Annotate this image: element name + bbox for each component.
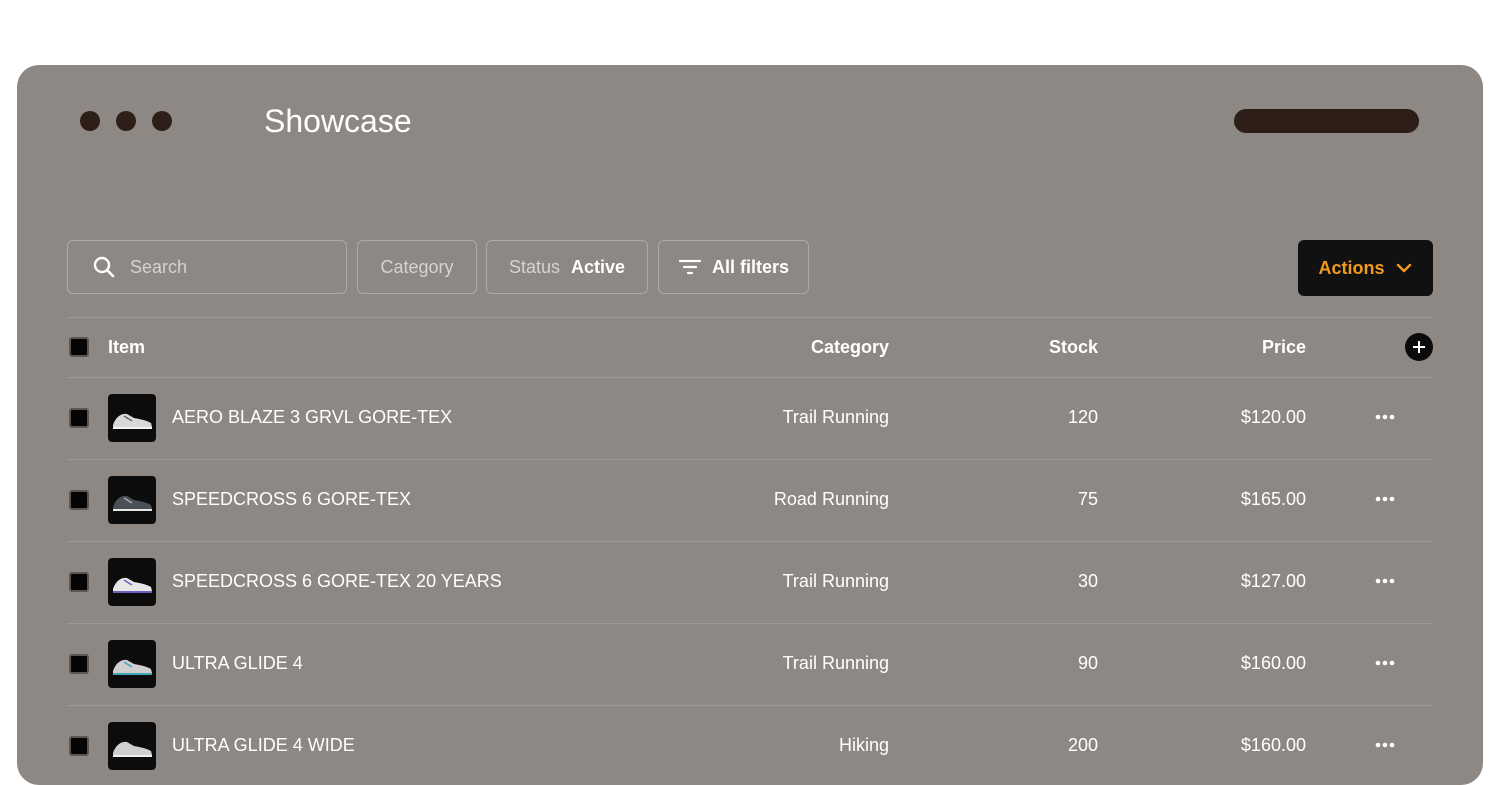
item-name[interactable]: AERO BLAZE 3 GRVL GORE-TEX	[172, 407, 452, 428]
item-name[interactable]: SPEEDCROSS 6 GORE-TEX 20 YEARS	[172, 571, 502, 592]
product-thumbnail	[108, 640, 156, 688]
actions-button[interactable]: Actions	[1298, 240, 1433, 296]
status-filter-value: Active	[571, 256, 626, 277]
all-filters-button[interactable]: All filters	[658, 240, 809, 294]
item-category: Trail Running	[782, 571, 889, 591]
item-name[interactable]: ULTRA GLIDE 4	[172, 653, 303, 674]
table-row[interactable]: ULTRA GLIDE 4 WIDE Hiking 200 $160.00	[67, 705, 1433, 785]
item-category: Trail Running	[782, 653, 889, 673]
close-window-dot[interactable]	[80, 111, 100, 131]
item-name[interactable]: SPEEDCROSS 6 GORE-TEX	[172, 489, 411, 510]
select-all-checkbox[interactable]	[69, 337, 89, 357]
item-price: $127.00	[1240, 571, 1306, 591]
more-options-icon[interactable]	[1373, 405, 1397, 429]
header-item[interactable]: Item	[108, 337, 145, 358]
row-checkbox[interactable]	[69, 654, 89, 674]
header-category[interactable]: Category	[811, 337, 889, 358]
category-filter[interactable]: Category	[357, 240, 477, 294]
item-name[interactable]: ULTRA GLIDE 4 WIDE	[172, 735, 355, 756]
product-thumbnail	[108, 476, 156, 524]
header-price[interactable]: Price	[1262, 337, 1306, 358]
status-filter-label: Status	[508, 256, 560, 277]
item-category: Hiking	[838, 735, 889, 755]
search-placeholder: Search	[130, 256, 188, 277]
more-options-icon[interactable]	[1373, 651, 1397, 675]
toolbar: Search Category Status Active All filter…	[67, 240, 1433, 296]
shoe-image	[113, 495, 152, 511]
item-stock: 200	[1067, 735, 1098, 755]
table-header: Item Category Stock Price	[67, 317, 1433, 377]
item-stock: 75	[1077, 489, 1098, 509]
table-row[interactable]: SPEEDCROSS 6 GORE-TEX 20 YEARS Trail Run…	[67, 541, 1433, 623]
products-table: Item Category Stock Price AERO BLAZE 3 G…	[67, 317, 1433, 785]
row-checkbox[interactable]	[69, 572, 89, 592]
item-stock: 30	[1077, 571, 1098, 591]
filter-icon	[678, 259, 702, 275]
item-price: $160.00	[1240, 735, 1306, 755]
app-window: Showcase Search Category Status Active A…	[17, 65, 1483, 785]
item-stock: 90	[1077, 653, 1098, 673]
shoe-image	[113, 577, 152, 593]
shoe-image	[113, 741, 152, 757]
more-options-icon[interactable]	[1373, 569, 1397, 593]
maximize-window-dot[interactable]	[152, 111, 172, 131]
chevron-down-icon	[1396, 263, 1411, 273]
window-controls	[80, 111, 172, 131]
item-price: $160.00	[1240, 653, 1306, 673]
product-thumbnail	[108, 558, 156, 606]
product-thumbnail	[108, 394, 156, 442]
shoe-image	[113, 659, 152, 675]
plus-icon	[1413, 341, 1425, 353]
header-pill[interactable]	[1234, 109, 1419, 133]
status-filter[interactable]: Status Active	[486, 240, 648, 294]
minimize-window-dot[interactable]	[116, 111, 136, 131]
row-checkbox[interactable]	[69, 408, 89, 428]
actions-label: Actions	[1318, 257, 1385, 278]
table-row[interactable]: AERO BLAZE 3 GRVL GORE-TEX Trail Running…	[67, 377, 1433, 459]
shoe-image	[113, 413, 152, 429]
item-stock: 120	[1067, 407, 1098, 427]
item-category: Trail Running	[782, 407, 889, 427]
all-filters-label: All filters	[711, 256, 790, 277]
search-input[interactable]: Search	[67, 240, 347, 294]
item-price: $120.00	[1240, 407, 1306, 427]
row-checkbox[interactable]	[69, 490, 89, 510]
more-options-icon[interactable]	[1373, 487, 1397, 511]
more-options-icon[interactable]	[1373, 733, 1397, 757]
item-price: $165.00	[1240, 489, 1306, 509]
app-title: Showcase	[264, 103, 412, 139]
add-column-button[interactable]	[1405, 333, 1433, 361]
table-row[interactable]: SPEEDCROSS 6 GORE-TEX Road Running 75 $1…	[67, 459, 1433, 541]
category-filter-label: Category	[380, 256, 454, 277]
table-row[interactable]: ULTRA GLIDE 4 Trail Running 90 $160.00	[67, 623, 1433, 705]
search-icon	[93, 256, 115, 278]
item-category: Road Running	[773, 489, 889, 509]
header-stock[interactable]: Stock	[1049, 337, 1098, 358]
row-checkbox[interactable]	[69, 736, 89, 756]
product-thumbnail	[108, 722, 156, 770]
